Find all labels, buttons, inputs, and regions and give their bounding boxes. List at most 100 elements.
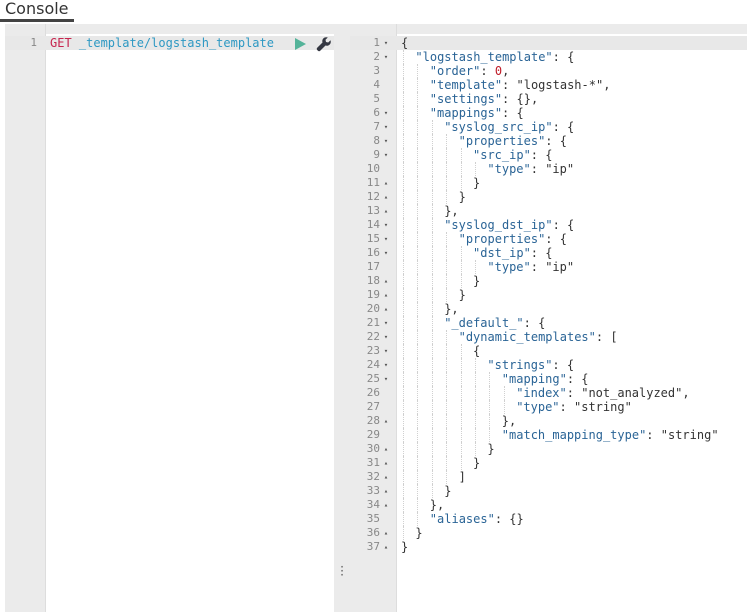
- response-viewer[interactable]: 1 ▾{2 ▾ "logstash_template": {3 "order": 0, 4…: [350, 24, 747, 612]
- response-line-number: 25: [366, 372, 380, 385]
- json-key: "order": [429, 64, 481, 78]
- indent-guide: [489, 372, 491, 386]
- response-code-line: "mapping": {: [502, 372, 589, 386]
- response-code-line: }: [487, 442, 494, 456]
- fold-arrow-down-icon[interactable]: ▾: [382, 120, 390, 134]
- fold-arrow-down-icon[interactable]: ▾: [382, 372, 390, 386]
- response-line-number: 31: [366, 456, 380, 469]
- console-tab[interactable]: Console: [5, 0, 69, 20]
- fold-arrow-down-icon[interactable]: ▾: [382, 246, 390, 260]
- indent-guide: [417, 498, 419, 512]
- request-settings-button[interactable]: [316, 36, 332, 52]
- response-line-number: 3: [373, 64, 380, 77]
- fold-arrow-up-icon[interactable]: ▴: [382, 442, 390, 456]
- request-editor-top-strip: [5, 24, 334, 34]
- fold-arrow-up-icon[interactable]: ▴: [382, 176, 390, 190]
- response-code-line: },: [444, 302, 458, 316]
- json-text: : {}: [494, 512, 524, 526]
- fold-arrow-up-icon[interactable]: ▴: [382, 540, 390, 554]
- indent-guide: [403, 232, 404, 246]
- indent-guide: [403, 428, 404, 442]
- json-text: : {: [552, 120, 575, 134]
- indent-guide: [446, 414, 448, 428]
- fold-arrow-up-icon[interactable]: ▴: [382, 302, 390, 316]
- response-line-number: 15: [366, 232, 380, 245]
- indent-guide: [403, 204, 404, 218]
- indent-guide: [403, 512, 404, 526]
- indent-guide: [446, 400, 448, 414]
- response-line-number: 27: [366, 400, 380, 413]
- json-text: },: [444, 302, 459, 316]
- indent-guide: [403, 456, 404, 470]
- json-text: : {: [552, 50, 575, 64]
- response-code-line: },: [430, 498, 444, 512]
- json-key: "_default_": [444, 316, 524, 330]
- json-text: : {: [552, 218, 575, 232]
- indent-guide: [446, 470, 448, 484]
- fold-arrow-up-icon[interactable]: ▴: [382, 498, 390, 512]
- fold-arrow-down-icon[interactable]: ▾: [382, 36, 390, 50]
- json-key: "mappings": [429, 106, 503, 120]
- fold-arrow-up-icon[interactable]: ▴: [382, 204, 390, 218]
- response-line-number: 9: [373, 148, 380, 161]
- pane-splitter[interactable]: [334, 24, 350, 612]
- fold-arrow-down-icon[interactable]: ▾: [382, 330, 390, 344]
- fold-arrow-down-icon[interactable]: ▾: [382, 106, 390, 120]
- indent-guide: [417, 92, 419, 106]
- json-key: "settings": [429, 92, 503, 106]
- response-code-line: },: [444, 204, 458, 218]
- fold-arrow-up-icon[interactable]: ▴: [382, 274, 390, 288]
- request-path: _template/logstash_template: [71, 36, 274, 50]
- response-line-number: 34: [366, 498, 380, 511]
- console-tab-bar: Console: [0, 0, 747, 24]
- fold-arrow-up-icon[interactable]: ▴: [382, 288, 390, 302]
- response-line-number: 28: [366, 414, 380, 427]
- fold-arrow-down-icon[interactable]: ▾: [382, 134, 390, 148]
- fold-arrow-up-icon[interactable]: ▴: [382, 414, 390, 428]
- response-line-number: 36: [366, 526, 380, 539]
- fold-arrow-down-icon[interactable]: ▾: [382, 232, 390, 246]
- indent-guide: [460, 456, 462, 470]
- indent-guide: [417, 134, 419, 148]
- indent-guide: [475, 162, 476, 176]
- fold-arrow-down-icon[interactable]: ▾: [382, 50, 390, 64]
- indent-guide: [417, 358, 419, 372]
- json-text: : {: [545, 232, 567, 246]
- indent-guide: [431, 400, 433, 414]
- fold-arrow-up-icon[interactable]: ▴: [382, 470, 390, 484]
- json-key: "logstash_template": [415, 50, 553, 64]
- fold-arrow-up-icon[interactable]: ▴: [382, 456, 390, 470]
- fold-arrow-up-icon[interactable]: ▴: [382, 190, 390, 204]
- indent-guide: [431, 288, 433, 302]
- json-key: "syslog_src_ip": [444, 120, 553, 134]
- vertical-dots-icon[interactable]: · · ·: [339, 561, 345, 581]
- fold-arrow-down-icon[interactable]: ▾: [382, 344, 390, 358]
- json-key: "type": [487, 162, 531, 176]
- indent-guide: [417, 148, 419, 162]
- json-text: : {: [552, 358, 575, 372]
- fold-arrow-down-icon[interactable]: ▾: [382, 148, 390, 162]
- json-text: :: [480, 64, 495, 78]
- indent-guide: [417, 78, 419, 92]
- fold-arrow-up-icon[interactable]: ▴: [382, 526, 390, 540]
- response-line-number: 16: [366, 246, 380, 259]
- indent-guide: [503, 400, 505, 414]
- response-code-line: {: [473, 344, 480, 358]
- response-code-line: "strings": {: [487, 358, 574, 372]
- send-request-button[interactable]: [293, 37, 307, 51]
- json-text: },: [501, 414, 517, 428]
- request-editor[interactable]: 1 GET _template/logstash_template: [5, 24, 334, 612]
- response-line-number: 13: [366, 204, 380, 217]
- json-text: {: [473, 344, 481, 358]
- indent-guide: [403, 218, 404, 232]
- fold-arrow-down-icon[interactable]: ▾: [382, 316, 390, 330]
- indent-guide: [403, 106, 404, 120]
- fold-arrow-down-icon[interactable]: ▾: [382, 358, 390, 372]
- response-code-line: "type": "string": [516, 400, 632, 414]
- response-code-line: }: [401, 540, 408, 554]
- fold-arrow-down-icon[interactable]: ▾: [382, 218, 390, 232]
- fold-arrow-up-icon[interactable]: ▴: [382, 484, 390, 498]
- indent-guide: [431, 260, 433, 274]
- request-line[interactable]: GET _template/logstash_template: [50, 36, 274, 50]
- indent-guide: [460, 414, 462, 428]
